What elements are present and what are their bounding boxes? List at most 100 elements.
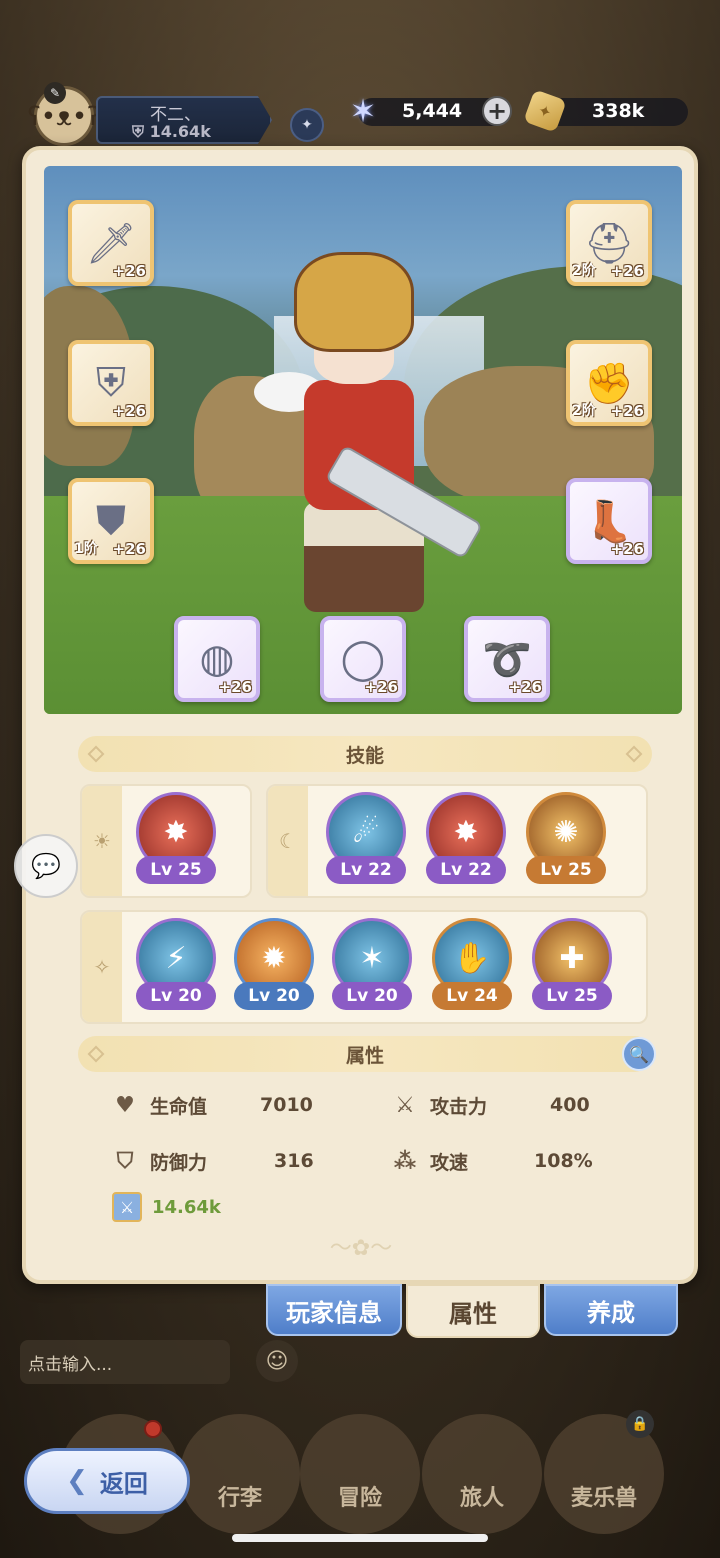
character-scene: 🗡 +26 ⛑ 2阶 +26 ⛨ +26 ✊ 2阶 +26 ⛊ 1阶 +26 👢… bbox=[44, 166, 682, 714]
attr-attack: ⚔ 攻击力 bbox=[390, 1088, 487, 1122]
back-arrow-icon: ❮ bbox=[66, 1466, 88, 1496]
equip-level: +26 bbox=[610, 402, 644, 420]
attr-label: 防御力 bbox=[150, 1151, 208, 1174]
heart-icon: ♥ bbox=[115, 1092, 135, 1118]
attr-label: 攻速 bbox=[430, 1151, 469, 1174]
equip-slot-gloves[interactable]: ✊ 2阶 +26 bbox=[566, 340, 652, 426]
crossed-swords-icon: ⚔ bbox=[395, 1092, 415, 1118]
equip-level: +26 bbox=[364, 678, 398, 696]
equip-level: +26 bbox=[112, 262, 146, 280]
skill-slot[interactable]: ✋ Lv 24 bbox=[428, 918, 516, 1018]
attr-value: 316 bbox=[274, 1150, 314, 1172]
equip-level: +26 bbox=[218, 678, 252, 696]
nav-label: 旅人 bbox=[459, 1486, 504, 1511]
equip-level: +26 bbox=[112, 540, 146, 558]
gem-icon: ✶ bbox=[349, 92, 377, 130]
equip-level: +26 bbox=[610, 540, 644, 558]
top-bar: ʕ•ᴥ•ʔ ✎ 不二、 ⛨ 14.64k ✦ ✶ 5,444 + ✦ 338k bbox=[0, 0, 720, 150]
coin-currency: ✦ 338k bbox=[523, 89, 688, 133]
gem-amount: 5,444 bbox=[402, 100, 463, 122]
search-icon[interactable]: 🔍 bbox=[622, 1037, 656, 1071]
equip-slot-boots[interactable]: 👢 +26 bbox=[566, 478, 652, 564]
skill-slot[interactable]: ✶ Lv 20 bbox=[328, 918, 416, 1018]
emoji-icon[interactable]: ☺ bbox=[256, 1340, 298, 1382]
skill-slot[interactable]: ☄ Lv 22 bbox=[322, 792, 410, 892]
skill-level: Lv 20 bbox=[332, 982, 412, 1010]
equip-slot-ring[interactable]: ◍ +26 bbox=[174, 616, 260, 702]
attr-hp: ♥ 生命值 bbox=[110, 1088, 207, 1122]
skill-slot[interactable]: ✺ Lv 25 bbox=[522, 792, 610, 892]
equip-slot-necklace[interactable]: ◯ +26 bbox=[320, 616, 406, 702]
edit-icon[interactable]: ✎ bbox=[44, 82, 66, 104]
player-power-value: 14.64k bbox=[149, 122, 211, 141]
attr-value: 7010 bbox=[260, 1094, 313, 1116]
tab-develop[interactable]: 养成 bbox=[544, 1284, 678, 1336]
attributes-title: 属性 bbox=[345, 1044, 384, 1067]
nav-pet[interactable]: 🔒 麦乐兽 bbox=[544, 1410, 664, 1534]
back-button[interactable]: ❮ 返回 bbox=[24, 1448, 190, 1514]
skill-slot[interactable]: ✹ Lv 20 bbox=[230, 918, 318, 1018]
chat-input[interactable]: 点击输入... bbox=[20, 1340, 230, 1384]
skill-level: Lv 24 bbox=[432, 982, 512, 1010]
nav-bag[interactable]: 行李 bbox=[180, 1414, 300, 1534]
equip-tier: 1阶 bbox=[74, 541, 98, 557]
skill-slot[interactable]: ✸ Lv 22 bbox=[422, 792, 510, 892]
tab-player-info[interactable]: 玩家信息 bbox=[266, 1284, 402, 1336]
attr-value: 400 bbox=[550, 1094, 590, 1116]
moon-icon: ☾ bbox=[268, 786, 308, 896]
skill-group-passive: ✧ ⚡ Lv 20 ✹ Lv 20 ✶ Lv 20 ✋ Lv 24 ✚ Lv 2… bbox=[80, 910, 648, 1024]
back-label: 返回 bbox=[99, 1469, 148, 1498]
skill-level: Lv 22 bbox=[326, 856, 406, 884]
coin-amount: 338k bbox=[592, 100, 645, 122]
skills-title: 技能 bbox=[345, 744, 384, 767]
attr-value: 108% bbox=[534, 1150, 593, 1172]
character-model[interactable] bbox=[254, 252, 484, 662]
skill-level: Lv 20 bbox=[234, 982, 314, 1010]
attack-speed-icon: ⁂ bbox=[393, 1148, 417, 1174]
skill-group-day: ☀ ✸ Lv 25 bbox=[80, 784, 252, 898]
skill-group-night: ☾ ☄ Lv 22 ✸ Lv 22 ✺ Lv 25 bbox=[266, 784, 648, 898]
nav-label: 麦乐兽 bbox=[570, 1486, 637, 1511]
skill-level: Lv 20 bbox=[136, 982, 216, 1010]
skill-slot[interactable]: ✚ Lv 25 bbox=[528, 918, 616, 1018]
sun-icon: ☀ bbox=[82, 786, 122, 896]
player-avatar-wrap[interactable]: ʕ•ᴥ•ʔ ✎ bbox=[14, 82, 102, 146]
coin-icon: ✦ bbox=[523, 89, 567, 133]
skills-header: 技能 bbox=[78, 736, 652, 772]
skill-level: Lv 25 bbox=[526, 856, 606, 884]
equip-tier: 2阶 bbox=[572, 403, 596, 419]
equip-slot-amulet[interactable]: ➰ +26 bbox=[464, 616, 550, 702]
ornament-icon bbox=[625, 745, 643, 763]
equip-slot-weapon[interactable]: 🗡 +26 bbox=[68, 200, 154, 286]
ornament-icon bbox=[87, 745, 105, 763]
guild-emblem-icon[interactable]: ✦ bbox=[290, 108, 324, 142]
player-power: ⛨ 14.64k bbox=[132, 122, 211, 141]
tab-attributes[interactable]: 属性 bbox=[406, 1284, 540, 1338]
nav-adventure[interactable]: 冒险 bbox=[300, 1414, 420, 1534]
attr-attack-speed: ⁂ 攻速 bbox=[390, 1144, 468, 1178]
skill-slot[interactable]: ⚡ Lv 20 bbox=[132, 918, 220, 1018]
combat-power-value: 14.64k bbox=[152, 1196, 221, 1218]
attributes-header: 属性 🔍 bbox=[78, 1036, 656, 1072]
combat-power-icon: ⚔ bbox=[112, 1192, 142, 1222]
skill-slot[interactable]: ✸ Lv 25 bbox=[132, 792, 220, 892]
gem-currency: ✶ 5,444 + bbox=[350, 92, 512, 130]
equip-slot-helmet[interactable]: ⛑ 2阶 +26 bbox=[566, 200, 652, 286]
equip-slot-pants[interactable]: ⛊ 1阶 +26 bbox=[68, 478, 154, 564]
equip-slot-armor[interactable]: ⛨ +26 bbox=[68, 340, 154, 426]
equip-level: +26 bbox=[610, 262, 644, 280]
nav-traveler[interactable]: 旅人 bbox=[422, 1414, 542, 1534]
combat-power: ⚔ 14.64k bbox=[112, 1192, 221, 1222]
home-indicator[interactable] bbox=[232, 1534, 488, 1542]
skill-level: Lv 25 bbox=[532, 982, 612, 1010]
sparkle-icon: ✧ bbox=[82, 912, 122, 1022]
skill-level: Lv 25 bbox=[136, 856, 216, 884]
chat-icon[interactable]: 💬 bbox=[14, 834, 78, 898]
character-hat bbox=[294, 252, 414, 352]
add-gems-button[interactable]: + bbox=[482, 96, 512, 126]
nav-label: 冒险 bbox=[337, 1486, 382, 1511]
equip-level: +26 bbox=[112, 402, 146, 420]
panel-ornament-icon: 〜✿〜 bbox=[329, 1236, 393, 1261]
equip-level: +26 bbox=[508, 678, 542, 696]
attr-label: 攻击力 bbox=[430, 1095, 488, 1118]
